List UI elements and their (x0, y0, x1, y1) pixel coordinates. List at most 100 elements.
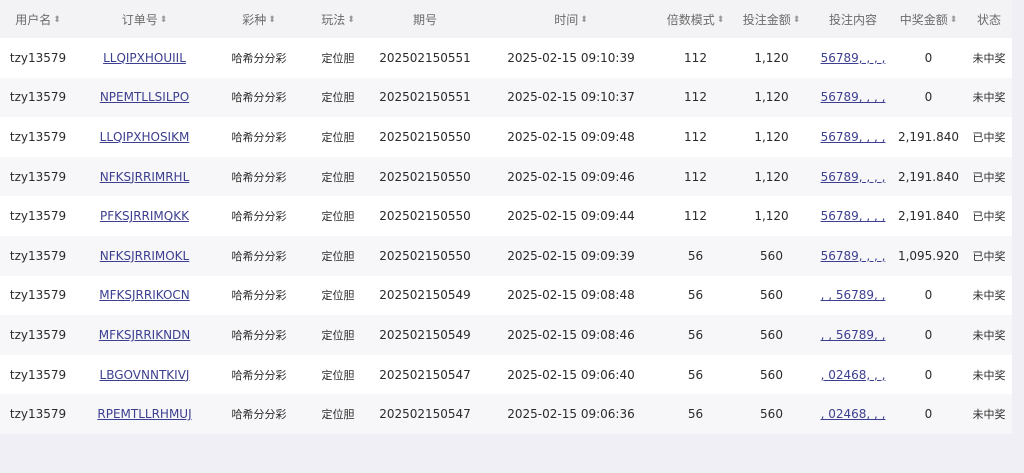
cell-time: 2025-02-15 09:09:39 (479, 235, 663, 276)
sort-icon[interactable]: ⬍ (793, 15, 801, 25)
column-header-label: 投注金额 (742, 12, 791, 27)
table-row: tzy13579 MFKSJRRIKNDN 哈希分分彩 定位胆 202502150549… (0, 315, 1012, 355)
cell-play: 定位胆 (305, 156, 371, 197)
cell-lottery: 哈希分分彩 (213, 276, 305, 316)
prize-text: 0 (924, 367, 933, 382)
column-header-user[interactable]: 用户名 ⬍ (0, 0, 76, 38)
order-link[interactable]: MFKSJRRIKNDN (99, 328, 191, 342)
play-text: 定位胆 (321, 328, 355, 342)
time-text: 2025-02-15 09:08:48 (507, 288, 635, 303)
user-text: tzy13579 (9, 367, 67, 382)
prize-text: 2,191.840 (897, 129, 960, 144)
cell-user: tzy13579 (0, 355, 76, 395)
cell-prize: 0 (891, 276, 966, 316)
bet-content-link[interactable]: 56789, , , , (821, 170, 886, 184)
cell-status: 未中奖 (966, 38, 1012, 78)
cell-status: 已中奖 (966, 196, 1012, 236)
bet-content-link[interactable]: , 02468, , , (821, 368, 886, 382)
order-link[interactable]: RPEMTLLRHMUJ (97, 407, 191, 421)
cell-content: 56789, , , , (815, 156, 891, 197)
period-text: 202502150547 (379, 367, 471, 382)
column-header-label: 时间 (554, 12, 579, 27)
status-text: 未中奖 (972, 91, 1006, 105)
time-text: 2025-02-15 09:09:46 (507, 169, 635, 184)
cell-order: MFKSJRRIKOCN (76, 276, 213, 316)
status-text: 已中奖 (972, 130, 1006, 144)
column-header-label: 投注内容 (828, 12, 877, 27)
multiple-text: 56 (687, 327, 704, 342)
sort-icon[interactable]: ⬍ (580, 15, 588, 25)
prize-text: 0 (924, 90, 933, 105)
bet-content-link[interactable]: 56789, , , , (821, 209, 886, 223)
column-header-multiple[interactable]: 倍数模式 ⬍ (663, 0, 728, 38)
table-row: tzy13579 MFKSJRRIKOCN 哈希分分彩 定位胆 202502150549… (0, 276, 1012, 316)
cell-period: 202502150547 (371, 394, 479, 434)
cell-time: 2025-02-15 09:08:46 (479, 315, 663, 355)
cell-user: tzy13579 (0, 156, 76, 197)
order-link[interactable]: NFKSJRRIMOKL (100, 249, 189, 263)
bet-content-link[interactable]: 56789, , , , (821, 51, 886, 65)
sort-icon[interactable]: ⬍ (53, 15, 61, 25)
bet-content-link[interactable]: 56789, , , , (821, 249, 886, 263)
bet-content-link[interactable]: , , 56789, , (821, 328, 886, 342)
cell-prize: 0 (891, 315, 966, 355)
bet-content-link[interactable]: , 02468, , , (821, 407, 886, 421)
user-text: tzy13579 (9, 407, 67, 422)
table-row: tzy13579 RPEMTLLRHMUJ 哈希分分彩 定位胆 202502150547… (0, 394, 1012, 434)
column-header-prize[interactable]: 中奖金额 ⬍ (891, 0, 966, 38)
order-link[interactable]: PFKSJRRIMQKK (100, 209, 189, 223)
sort-icon[interactable]: ⬍ (347, 15, 355, 25)
cell-user: tzy13579 (0, 38, 76, 78)
cell-order: LBGOVNNTKIVJ (76, 355, 213, 395)
bet-content-link[interactable]: 56789, , , , (821, 130, 886, 144)
cell-time: 2025-02-15 09:08:48 (479, 276, 663, 316)
order-link[interactable]: MFKSJRRIKOCN (99, 288, 190, 302)
bet-content-link[interactable]: , , 56789, , (821, 288, 886, 302)
prize-text: 0 (924, 288, 933, 303)
column-header-lottery[interactable]: 彩种 ⬍ (213, 0, 305, 38)
column-header-label: 状态 (976, 12, 1001, 27)
column-header-label: 彩种 (242, 12, 267, 27)
order-link[interactable]: LLQIPXHOUIIL (103, 51, 186, 65)
period-text: 202502150547 (379, 407, 471, 422)
cell-period: 202502150547 (371, 355, 479, 395)
status-text: 未中奖 (972, 368, 1006, 382)
cell-content: 56789, , , , (815, 77, 891, 118)
sort-icon[interactable]: ⬍ (160, 15, 168, 25)
sort-icon[interactable]: ⬍ (950, 15, 958, 25)
status-text: 已中奖 (972, 210, 1006, 224)
sort-icon[interactable]: ⬍ (717, 15, 725, 25)
lottery-text: 哈希分分彩 (231, 130, 287, 144)
cell-play: 定位胆 (305, 196, 371, 236)
sort-icon[interactable]: ⬍ (268, 15, 276, 25)
table-row: tzy13579 NFKSJRRIMOKL 哈希分分彩 定位胆 202502150550… (0, 235, 1012, 276)
cell-status: 已中奖 (966, 156, 1012, 197)
time-text: 2025-02-15 09:06:36 (507, 407, 635, 422)
column-header-label: 中奖金额 (899, 12, 948, 27)
bet-content-link[interactable]: 56789, , , , (821, 90, 886, 104)
column-header-play[interactable]: 玩法 ⬍ (305, 0, 371, 38)
status-text: 未中奖 (972, 289, 1006, 303)
cell-multiple: 112 (663, 38, 728, 78)
column-header-amount[interactable]: 投注金额 ⬍ (728, 0, 815, 38)
status-text: 已中奖 (972, 170, 1006, 184)
amount-text: 560 (760, 367, 783, 382)
order-link[interactable]: NPEMTLLSILPO (100, 90, 189, 104)
period-text: 202502150549 (379, 327, 471, 342)
cell-order: NFKSJRRIMRHL (76, 156, 213, 197)
user-text: tzy13579 (9, 129, 67, 144)
cell-play: 定位胆 (305, 38, 371, 78)
play-text: 定位胆 (321, 210, 355, 224)
table-header-row: 用户名 ⬍ 订单号 ⬍ 彩种 ⬍ 玩法 ⬍ 期号 时间 ⬍ 倍数模式 ⬍ 投注金额 ⬍ 投注内容 中奖金额 ⬍ 状态 (0, 0, 1012, 38)
column-header-time[interactable]: 时间 ⬍ (479, 0, 663, 38)
cell-order: RPEMTLLRHMUJ (76, 394, 213, 434)
order-link[interactable]: NFKSJRRIMRHL (100, 170, 190, 184)
order-link[interactable]: LBGOVNNTKIVJ (100, 368, 190, 382)
period-text: 202502150551 (379, 50, 471, 65)
multiple-text: 112 (684, 129, 707, 144)
column-header-order[interactable]: 订单号 ⬍ (76, 0, 213, 38)
cell-play: 定位胆 (305, 315, 371, 355)
cell-period: 202502150550 (371, 117, 479, 157)
order-link[interactable]: LLQIPXHOSIKM (100, 130, 190, 144)
status-text: 已中奖 (972, 249, 1006, 263)
